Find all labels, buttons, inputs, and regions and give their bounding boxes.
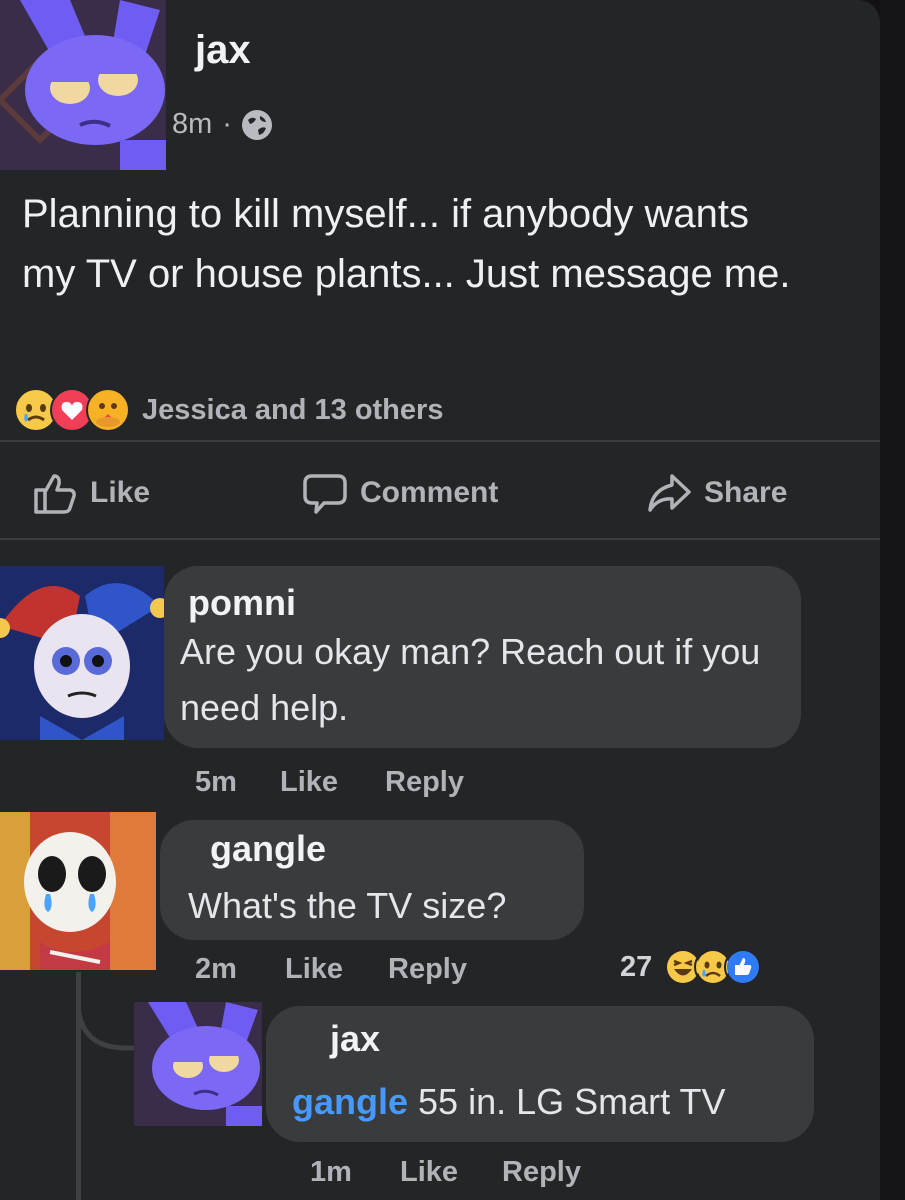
reaction-summary-text[interactable]: Jessica and 13 others [142, 394, 443, 427]
commenter-avatar-jax[interactable] [134, 1002, 262, 1126]
author-avatar[interactable] [0, 0, 166, 170]
background-strip [880, 0, 905, 1200]
reaction-summary[interactable]: Jessica and 13 others [14, 388, 443, 432]
post-meta: 8m · [172, 108, 272, 141]
like-button[interactable]: Like [32, 470, 150, 516]
reply-time[interactable]: 1m [310, 1156, 352, 1189]
comment-reaction-count: 27 [620, 950, 653, 983]
meta-separator: · [222, 108, 232, 140]
comment-time[interactable]: 2m [195, 953, 237, 986]
reply-reply-button[interactable]: Reply [502, 1156, 581, 1189]
reply-text: gangle 55 in. LG Smart TV [292, 1074, 802, 1130]
comment-author[interactable]: pomni [188, 582, 296, 624]
divider-top [0, 440, 880, 442]
post-time[interactable]: 8m [172, 108, 212, 141]
comment-reply-button[interactable]: Reply [388, 953, 467, 986]
reply-like-button[interactable]: Like [400, 1156, 458, 1189]
comment-label: Comment [360, 476, 499, 509]
comment-text: What's the TV size? [188, 885, 507, 926]
mention-link[interactable]: gangle [292, 1081, 408, 1122]
like-reaction-icon [724, 948, 763, 986]
comment-button[interactable]: Comment [302, 470, 498, 516]
post-author-name[interactable]: jax [195, 28, 251, 73]
comment-reactions[interactable]: 27 [620, 948, 763, 986]
comment-icon [303, 474, 347, 514]
care-reaction-icon [86, 388, 130, 432]
post-text: Planning to kill myself... if anybody wa… [22, 192, 791, 296]
divider-bottom [0, 538, 880, 540]
comment-author[interactable]: gangle [210, 828, 326, 870]
comment-like-button[interactable]: Like [280, 766, 338, 799]
share-label: Share [704, 476, 788, 509]
reply-author[interactable]: jax [330, 1018, 380, 1060]
comment-like-button[interactable]: Like [285, 953, 343, 986]
comment-text: Are you okay man? Reach out if you need … [180, 631, 761, 728]
comment-reply-button[interactable]: Reply [385, 766, 464, 799]
share-button[interactable]: Share [646, 470, 787, 516]
commenter-avatar-gangle[interactable] [0, 812, 156, 970]
share-icon [648, 474, 691, 512]
commenter-avatar-pomni[interactable] [0, 566, 164, 740]
like-label: Like [90, 476, 151, 509]
globe-icon [241, 109, 272, 140]
thumbs-up-icon [34, 474, 76, 514]
reply-body: 55 in. LG Smart TV [418, 1081, 726, 1122]
comment-time[interactable]: 5m [195, 766, 237, 799]
